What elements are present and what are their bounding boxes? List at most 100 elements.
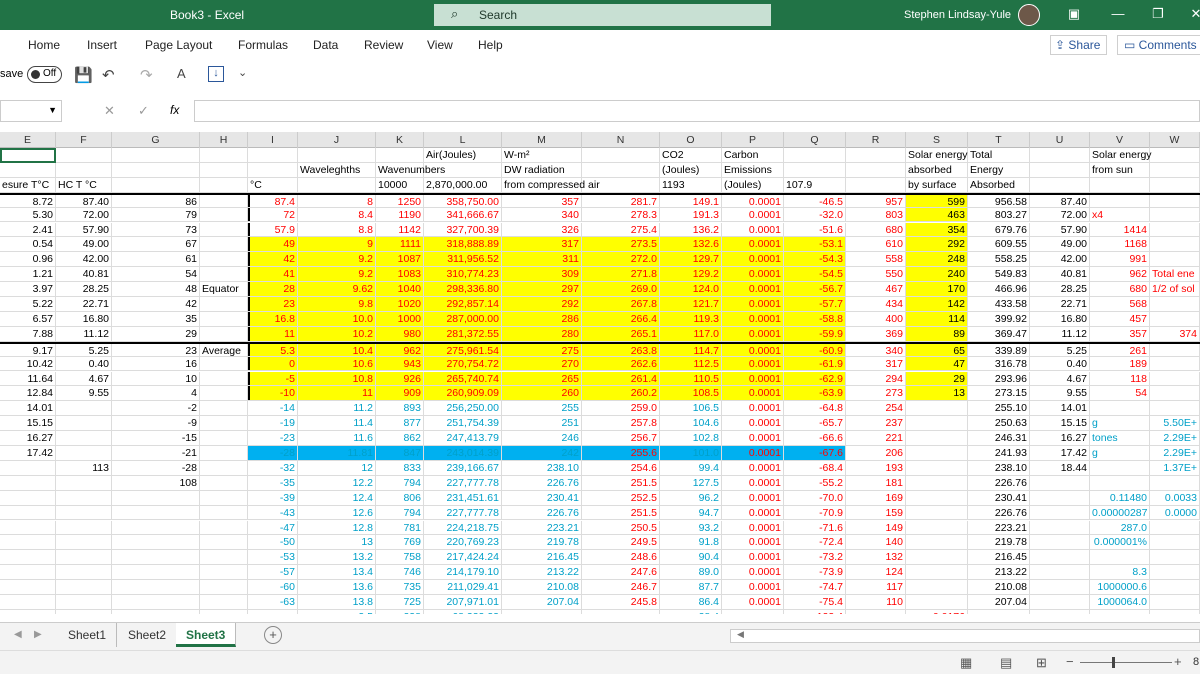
cell-L[interactable]: 292,857.14	[424, 297, 502, 311]
cell-Q[interactable]: -67.6	[784, 446, 846, 460]
cell-N[interactable]: 273.5	[582, 237, 660, 252]
cell-W[interactable]	[1150, 550, 1200, 565]
cell-P[interactable]: 0.0001	[722, 252, 784, 267]
column-header-V[interactable]: V	[1090, 132, 1150, 148]
cell-T[interactable]: 399.92	[968, 311, 1030, 326]
cell-S[interactable]	[906, 490, 968, 505]
cell-G[interactable]: 48	[112, 282, 200, 296]
zoom-level[interactable]: 8	[1193, 656, 1199, 668]
cell-T[interactable]: 679.76	[968, 222, 1030, 237]
cell-F[interactable]: 113	[56, 460, 112, 475]
cell-O[interactable]: 87.7	[660, 580, 722, 594]
cell-V[interactable]	[1090, 550, 1150, 565]
cell-O[interactable]: 1193	[660, 177, 722, 192]
search-box[interactable]: ⌕ Search	[434, 4, 771, 26]
cell-P[interactable]: 0.0001	[722, 446, 784, 460]
cell-P[interactable]: 0.0001	[722, 490, 784, 505]
column-header-H[interactable]: H	[200, 132, 248, 148]
cell-V[interactable]: 962	[1090, 267, 1150, 282]
cell-H[interactable]	[200, 475, 248, 490]
cell-V[interactable]: 8.3	[1090, 565, 1150, 580]
cell-E[interactable]	[0, 505, 56, 520]
cell-L[interactable]: 224,218.75	[424, 520, 502, 535]
cell-H[interactable]	[200, 207, 248, 222]
cell-I[interactable]: -5	[248, 371, 298, 386]
cell-S[interactable]: 463	[906, 207, 968, 222]
cell-H[interactable]	[200, 505, 248, 520]
cell-J[interactable]	[298, 177, 376, 192]
cell-O[interactable]: 108.5	[660, 386, 722, 401]
column-header-F[interactable]: F	[56, 132, 112, 148]
cell-P[interactable]: 0.0001	[722, 565, 784, 580]
zoom-slider[interactable]	[1080, 657, 1172, 668]
cell-Q[interactable]: -74.7	[784, 580, 846, 594]
cell-O[interactable]: 119.3	[660, 311, 722, 326]
cell-W[interactable]: 0.0033	[1150, 490, 1200, 505]
cell-G[interactable]	[112, 177, 200, 192]
cell-L[interactable]: 239,166.67	[424, 460, 502, 475]
cell-U[interactable]: 40.81	[1030, 267, 1090, 282]
cell-J[interactable]	[298, 148, 376, 162]
save-icon[interactable]: 💾	[74, 66, 93, 84]
cell-U[interactable]: 17.42	[1030, 446, 1090, 460]
cell-M[interactable]: from compressed air	[502, 177, 600, 192]
cell-G[interactable]: 10	[112, 371, 200, 386]
normal-view-icon[interactable]: ▦	[960, 655, 972, 671]
cell-J[interactable]: 12	[298, 460, 376, 475]
cell-N[interactable]	[582, 609, 660, 614]
cell-G[interactable]: 108	[112, 475, 200, 490]
cell-J[interactable]: 11	[298, 386, 376, 401]
cell-L[interactable]: 298,336.80	[424, 282, 502, 296]
cell-F[interactable]	[56, 535, 112, 550]
cell-M[interactable]: 226.76	[502, 475, 582, 490]
cell-O[interactable]: 114.7	[660, 343, 722, 357]
cell-M[interactable]: 219.78	[502, 535, 582, 550]
cell-R[interactable]: 400	[846, 311, 906, 326]
cell-J[interactable]: 11.6	[298, 431, 376, 445]
cell-J[interactable]: 13.8	[298, 595, 376, 609]
cell-W[interactable]: 2.29E+	[1150, 431, 1200, 445]
cell-T[interactable]: 255.10	[968, 401, 1030, 416]
cell-F[interactable]	[56, 148, 112, 162]
cell-R[interactable]: 803	[846, 207, 906, 222]
cell-S[interactable]: 114	[906, 311, 968, 326]
cell-Q[interactable]: -73.2	[784, 550, 846, 565]
cell-J[interactable]: 9.62	[298, 282, 376, 296]
cell-G[interactable]	[112, 520, 200, 535]
customize-qat-icon[interactable]: ⌄	[238, 66, 247, 79]
cell-V[interactable]: 189	[1090, 356, 1150, 371]
column-header-W[interactable]: W	[1150, 132, 1200, 148]
cell-L[interactable]: 270,754.72	[424, 356, 502, 371]
column-header-N[interactable]: N	[582, 132, 660, 148]
cell-G[interactable]: 79	[112, 207, 200, 222]
cell-F[interactable]: 22.71	[56, 297, 112, 311]
cell-P[interactable]: 0.0001	[722, 222, 784, 237]
cell-U[interactable]	[1030, 595, 1090, 609]
cell-H[interactable]	[200, 490, 248, 505]
cell-Q[interactable]: -75.4	[784, 595, 846, 609]
cell-E[interactable]	[0, 460, 56, 475]
cell-P[interactable]: 0.0001	[722, 267, 784, 282]
cell-N[interactable]: 249.5	[582, 535, 660, 550]
cell-I[interactable]: -60	[248, 580, 298, 594]
cell-Q[interactable]	[784, 148, 846, 162]
scroll-tabs-left-icon[interactable]: ◀	[14, 629, 22, 640]
cell-K[interactable]: 10000	[376, 177, 424, 192]
cell-W[interactable]: 5.50E+	[1150, 416, 1200, 431]
tab-formulas[interactable]: Formulas	[238, 38, 288, 52]
cell-Q[interactable]: -58.8	[784, 311, 846, 326]
cell-K[interactable]: 781	[376, 520, 424, 535]
cell-W[interactable]: 1/2 of sol	[1150, 282, 1200, 296]
sheet-tab-2[interactable]: Sheet2	[118, 623, 178, 647]
cell-N[interactable]: 262.6	[582, 356, 660, 371]
ribbon-display-icon[interactable]: ▣	[1064, 6, 1084, 24]
cell-M[interactable]: 216.45	[502, 550, 582, 565]
cell-W[interactable]	[1150, 311, 1200, 326]
cell-I[interactable]: -23	[248, 431, 298, 445]
cell-T[interactable]: Energy	[968, 162, 1030, 177]
cell-G[interactable]	[112, 580, 200, 594]
cell-U[interactable]	[1030, 177, 1090, 192]
cell-W[interactable]	[1150, 162, 1200, 177]
cell-O[interactable]: 93.2	[660, 520, 722, 535]
redo-icon[interactable]: ↷	[140, 66, 153, 84]
